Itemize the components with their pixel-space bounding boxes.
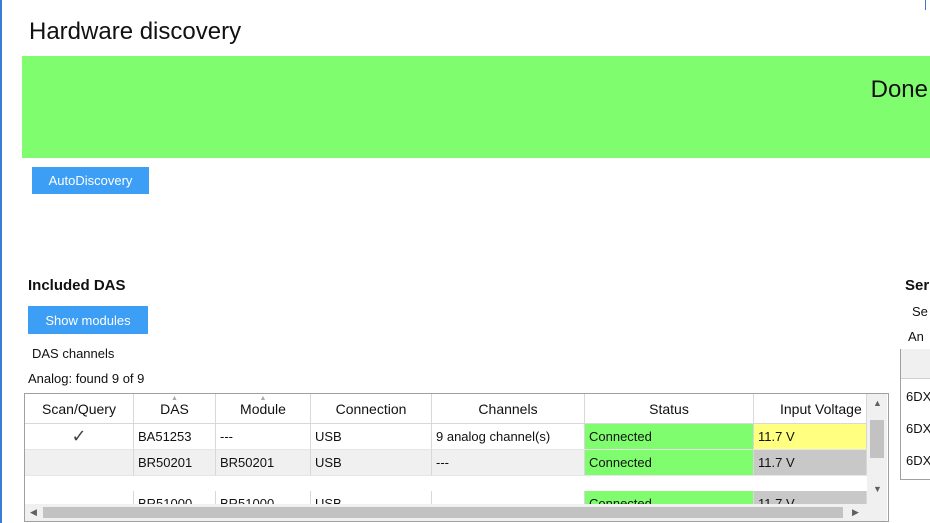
side-panel-row[interactable]: 6DX	[906, 453, 930, 468]
column-header-channels[interactable]: Channels	[432, 394, 585, 424]
side-panel-grid[interactable]: 6DX 6DX 6DX	[900, 349, 930, 480]
channels-cell: 9 analog channel(s)	[432, 424, 585, 450]
table-row[interactable]: ✓ BA51253 --- USB 9 analog channel(s) Co…	[25, 424, 867, 450]
input-voltage-cell: 11.7 V	[754, 450, 867, 476]
side-panel-title: Ser	[905, 277, 930, 294]
column-header-das[interactable]: ▲ DAS	[134, 394, 216, 424]
status-cell: Connected	[585, 424, 754, 450]
sort-arrow-icon: ▲	[171, 395, 178, 402]
scroll-left-icon[interactable]: ◀	[30, 507, 37, 518]
status-banner: Done	[22, 56, 930, 158]
module-cell: BR50201	[216, 450, 311, 476]
window-right-border	[925, 0, 926, 10]
column-header-status[interactable]: Status	[585, 394, 754, 424]
module-cell: ---	[216, 424, 311, 450]
side-panel-label-2: An	[908, 329, 924, 344]
column-header-connection[interactable]: Connection	[311, 394, 432, 424]
column-header-module[interactable]: ▲ Module	[216, 394, 311, 424]
page-title: Hardware discovery	[29, 18, 242, 45]
das-cell: BR50201	[134, 450, 216, 476]
included-das-title: Included DAS	[28, 277, 126, 294]
show-modules-button[interactable]: Show modules	[28, 306, 148, 334]
analog-summary-label: Analog: found 9 of 9	[28, 371, 145, 386]
window-left-border	[0, 0, 2, 523]
scroll-down-icon[interactable]: ▼	[873, 484, 882, 494]
scroll-up-icon[interactable]: ▲	[873, 398, 882, 408]
status-cell: Connected	[585, 450, 754, 476]
horizontal-scroll-thumb[interactable]	[43, 507, 843, 518]
input-voltage-cell: 11.7 V	[754, 424, 867, 450]
vertical-scroll-thumb[interactable]	[870, 420, 884, 458]
vertical-scrollbar[interactable]: ▲ ▼	[867, 394, 887, 504]
scan-query-cell[interactable]	[25, 450, 134, 476]
side-panel-row[interactable]: 6DX	[906, 389, 930, 404]
checkmark-icon[interactable]: ✓	[71, 426, 86, 447]
das-grid[interactable]: Scan/Query ▲ DAS ▲ Module Connection Chann…	[24, 393, 889, 522]
channels-cell: ---	[432, 450, 585, 476]
side-panel-label-1: Se	[912, 304, 928, 319]
column-header-scan-query[interactable]: Scan/Query	[25, 394, 134, 424]
connection-cell: USB	[311, 424, 432, 450]
side-panel-header	[901, 349, 930, 379]
status-banner-text: Done	[870, 76, 928, 103]
column-header-input-voltage[interactable]: Input Voltage	[754, 394, 867, 424]
connection-cell: USB	[311, 450, 432, 476]
das-channels-label: DAS channels	[32, 346, 115, 361]
side-panel-row[interactable]: 6DX	[906, 421, 930, 436]
scan-query-cell[interactable]: ✓	[25, 424, 134, 450]
sort-arrow-icon: ▲	[259, 395, 267, 402]
das-cell: BA51253	[134, 424, 216, 450]
horizontal-scrollbar[interactable]: ◀ ▶	[25, 504, 887, 521]
scroll-right-icon[interactable]: ▶	[852, 507, 859, 518]
table-row[interactable]: BR50201 BR50201 USB --- Connected 11.7 V	[25, 450, 867, 476]
auto-discovery-button[interactable]: AutoDiscovery	[32, 167, 149, 194]
